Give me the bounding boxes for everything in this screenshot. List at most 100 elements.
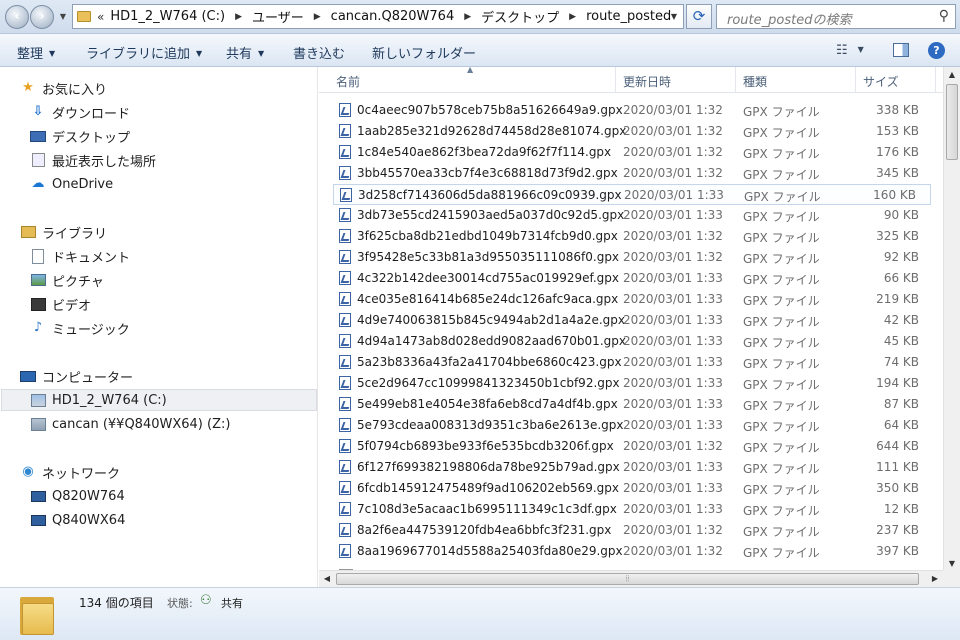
file-row[interactable]: 8a2f6ea447539120fdb4ea6bbfc3f231.gpx 2020… [333, 520, 933, 541]
nav-favorites[interactable]: ★ お気に入り [20, 77, 320, 99]
nav-computer[interactable]: コンピューター [20, 365, 320, 387]
nav-music-label: ミュージック [52, 322, 130, 338]
file-row[interactable]: 3f625cba8db21edbd1049b7314fcb9d0.gpx 2020… [333, 226, 933, 247]
organize-button[interactable]: 整理 ▼ [17, 43, 55, 62]
vertical-scrollbar[interactable]: ▲ ▼ [943, 67, 960, 572]
file-row[interactable]: 4ce035e816414b685e24dc126afc9aca.gpx 2020… [333, 289, 933, 310]
refresh-button[interactable]: ⟳ [686, 4, 712, 29]
file-modified: 2020/03/01 1:32 [623, 544, 723, 558]
horizontal-scrollbar[interactable]: ◀ ⦙⦙ ▶ [319, 570, 943, 587]
gpx-file-icon [339, 523, 351, 537]
file-row[interactable]: 5a23b8336a43fa2a41704bbe6860c423.gpx 2020… [333, 352, 933, 373]
scroll-right-icon[interactable]: ▶ [927, 571, 943, 587]
nav-music[interactable]: ♪ ミュージック [30, 317, 330, 339]
column-divider[interactable] [855, 67, 856, 93]
file-type: GPX ファイル [743, 273, 820, 287]
nav-drive-c[interactable]: HD1_2_W764 (C:) [1, 389, 317, 411]
file-row[interactable]: 3d258cf7143606d5da881966c09c0939.gpx 2020… [333, 184, 931, 205]
column-modified[interactable]: 更新日時 [623, 73, 671, 90]
file-type: GPX ファイル [743, 147, 820, 161]
file-size: 64 KB [883, 418, 919, 432]
include-in-library-button[interactable]: ライブラリに追加 ▼ [86, 43, 202, 62]
forward-button[interactable]: › [30, 5, 54, 29]
change-view-button[interactable]: ☷ ▼ [836, 43, 864, 58]
file-row[interactable]: 4c322b142dee30014cd755ac019929ef.gpx 2020… [333, 268, 933, 289]
search-icon[interactable]: ⚲ [939, 8, 949, 24]
breadcrumb-overflow[interactable]: « [97, 10, 104, 24]
preview-pane-icon[interactable] [893, 43, 909, 57]
new-folder-button[interactable]: 新しいフォルダー [372, 43, 476, 62]
file-type: GPX ファイル [743, 462, 820, 476]
file-size: 219 KB [876, 292, 919, 306]
file-size: 345 KB [876, 166, 919, 180]
breadcrumb-arrow-icon[interactable]: ▶ [235, 12, 242, 22]
file-row[interactable]: 4d94a1473ab8d028edd9082aad670b01.gpx 2020… [333, 331, 933, 352]
file-row[interactable]: 3bb45570ea33cb7f4e3c68818d73f9d2.gpx 2020… [333, 163, 933, 184]
nav-documents[interactable]: ドキュメント [30, 245, 330, 267]
file-size: 160 KB [873, 188, 916, 202]
file-name: 8a2f6ea447539120fdb4ea6bbfc3f231.gpx [357, 523, 612, 537]
nav-recent-places[interactable]: 最近表示した場所 [30, 149, 330, 171]
help-icon[interactable]: ? [928, 42, 945, 59]
back-button[interactable]: ‹ [5, 5, 29, 29]
nav-videos[interactable]: ビデオ [30, 293, 330, 315]
file-row[interactable]: 6f127f699382198806da78be925b79ad.gpx 2020… [333, 457, 933, 478]
breadcrumb-item-current[interactable]: route_posted [586, 9, 671, 24]
nav-network[interactable]: ◉ ネットワーク [20, 461, 320, 483]
breadcrumb-item-users[interactable]: ユーザー [252, 7, 304, 26]
column-divider[interactable] [735, 67, 736, 93]
nav-onedrive[interactable]: ☁ OneDrive [30, 173, 330, 195]
column-type[interactable]: 種類 [743, 73, 767, 90]
nav-libraries-label: ライブラリ [42, 226, 108, 242]
file-row[interactable]: 3db73e55cd2415903aed5a037d0c92d5.gpx 2020… [333, 205, 933, 226]
nav-pictures[interactable]: ピクチャ [30, 269, 330, 291]
scroll-up-icon[interactable]: ▲ [944, 67, 960, 83]
nav-desktop-label: デスクトップ [52, 130, 131, 146]
file-row[interactable]: 6fcdb145912475489f9ad106202eb569.gpx 2020… [333, 478, 933, 499]
nav-desktop[interactable]: デスクトップ [30, 125, 330, 147]
file-row[interactable]: 3f95428e5c33b81a3d955035111086f0.gpx 2020… [333, 247, 933, 268]
file-modified: 2020/03/01 1:32 [623, 103, 723, 117]
breadcrumb-item-drive[interactable]: HD1_2_W764 (C:) [110, 9, 225, 24]
file-name: 4c322b142dee30014cd755ac019929ef.gpx [357, 271, 619, 285]
file-row[interactable]: 7c108d3e5acaac1b6995111349c1c3df.gpx 2020… [333, 499, 933, 520]
search-input[interactable]: route_postedの検索 ⚲ [716, 4, 956, 29]
nav-drive-z[interactable]: cancan (¥¥Q840WX64) (Z:) [30, 413, 330, 435]
column-size[interactable]: サイズ [863, 73, 899, 90]
nav-libraries[interactable]: ライブラリ [20, 221, 320, 243]
download-icon: ⇩ [32, 104, 44, 119]
breadcrumb-arrow-icon[interactable]: ▶ [569, 12, 576, 22]
nav-pc-q820w764[interactable]: Q820W764 [30, 485, 330, 507]
scroll-left-icon[interactable]: ◀ [319, 571, 335, 587]
column-name[interactable]: 名前 [336, 73, 360, 90]
column-divider[interactable] [935, 67, 936, 93]
film-icon [30, 296, 46, 312]
file-row[interactable]: 0c4aeec907b578ceb75b8a51626649a9.gpx 2020… [333, 100, 933, 121]
address-toolbar: ‹ › ▼ « HD1_2_W764 (C:) ▶ ユーザー ▶ cancan.… [0, 0, 960, 34]
file-modified: 2020/03/01 1:33 [624, 188, 724, 202]
horizontal-scroll-thumb[interactable]: ⦙⦙ [336, 573, 919, 585]
column-divider[interactable] [615, 67, 616, 93]
address-history-dropdown-icon[interactable]: ▼ [665, 5, 683, 28]
burn-button[interactable]: 書き込む [293, 43, 345, 62]
gpx-file-icon [339, 292, 351, 306]
breadcrumb-arrow-icon[interactable]: ▶ [314, 12, 321, 22]
breadcrumb-arrow-icon[interactable]: ▶ [464, 12, 471, 22]
file-row[interactable]: 5e499eb81e4054e38fa6eb8cd7a4df4b.gpx 2020… [333, 394, 933, 415]
file-row[interactable]: 4d9e740063815b845c9494ab2d1a4a2e.gpx 2020… [333, 310, 933, 331]
file-row[interactable]: 1aab285e321d92628d74458d28e81074.gpx 2020… [333, 121, 933, 142]
breadcrumb-item-user[interactable]: cancan.Q820W764 [331, 9, 455, 24]
file-row[interactable]: 8aa1969677014d5588a25403fda80e29.gpx 2020… [333, 541, 933, 562]
nav-downloads[interactable]: ⇩ ダウンロード [30, 101, 330, 123]
file-row[interactable]: 5ce2d9647cc10999841323450b1cbf92.gpx 2020… [333, 373, 933, 394]
file-row[interactable]: 1c84e540ae862f3bea72da9f62f7f114.gpx 2020… [333, 142, 933, 163]
file-size: 237 KB [876, 523, 919, 537]
file-row[interactable]: 5f0794cb6893be933f6e535bcdb3206f.gpx 2020… [333, 436, 933, 457]
breadcrumb-item-desktop[interactable]: デスクトップ [481, 7, 559, 26]
file-row[interactable]: 5e793cdeaa008313d9351c3ba6e2613e.gpx 2020… [333, 415, 933, 436]
recent-pages-dropdown-icon[interactable]: ▼ [57, 10, 69, 24]
breadcrumb[interactable]: « HD1_2_W764 (C:) ▶ ユーザー ▶ cancan.Q820W7… [72, 4, 684, 29]
vertical-scroll-thumb[interactable] [946, 84, 958, 160]
nav-pc-q840wx64[interactable]: Q840WX64 [30, 509, 330, 531]
share-button[interactable]: 共有 ▼ [226, 43, 264, 62]
